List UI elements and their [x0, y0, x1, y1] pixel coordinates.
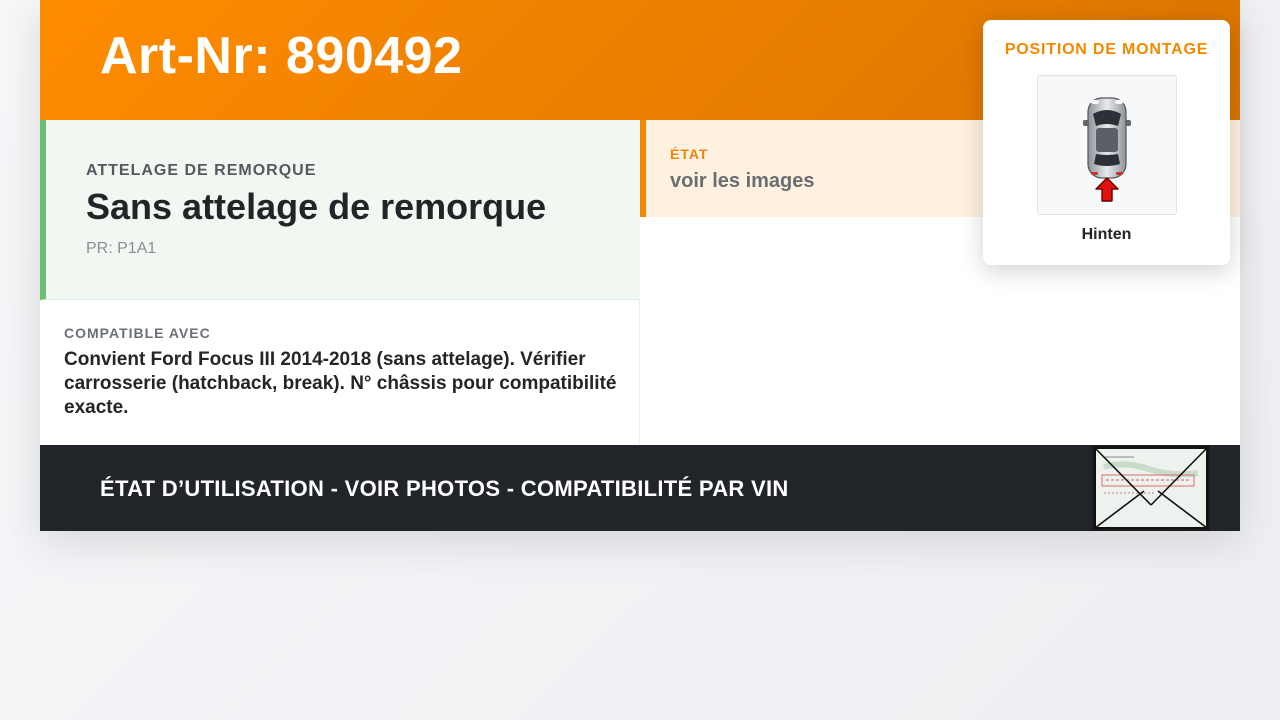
mounting-position-card: POSITION DE MONTAGE Hinten: [983, 20, 1230, 265]
tow-bar-label: ATTELAGE DE REMORQUE: [86, 162, 317, 179]
footer-banner: ÉTAT D’UTILISATION - VOIR PHOTOS - COMPA…: [40, 445, 1240, 531]
compatibility-text: Convient Ford Focus III 2014-2018 (sans …: [64, 349, 617, 418]
tow-bar-value: Sans attelage de remorque: [86, 186, 547, 227]
mounting-position-title: POSITION DE MONTAGE: [1004, 41, 1209, 58]
condition-label: ÉTAT: [670, 146, 709, 162]
vin-plate-placeholder-icon: [1094, 447, 1208, 529]
tow-bar-section: ATTELAGE DE REMORQUE Sans attelage de re…: [40, 120, 640, 300]
article-number: Art-Nr: 890492: [100, 27, 463, 85]
compatibility-section: COMPATIBLE AVEC Convient Ford Focus III …: [40, 300, 640, 445]
tow-bar-pr-code: PR: P1A1: [86, 240, 157, 257]
car-top-view-rear-arrow-icon: [1083, 97, 1131, 202]
mounting-position-image: [1037, 75, 1177, 215]
vin-plate-thumbnail[interactable]: [1092, 445, 1210, 531]
footer-text: ÉTAT D’UTILISATION - VOIR PHOTOS - COMPA…: [100, 476, 789, 501]
compatibility-label: COMPATIBLE AVEC: [64, 325, 211, 341]
mounting-position-caption: Hinten: [1081, 226, 1132, 243]
condition-value: voir les images: [670, 170, 815, 192]
